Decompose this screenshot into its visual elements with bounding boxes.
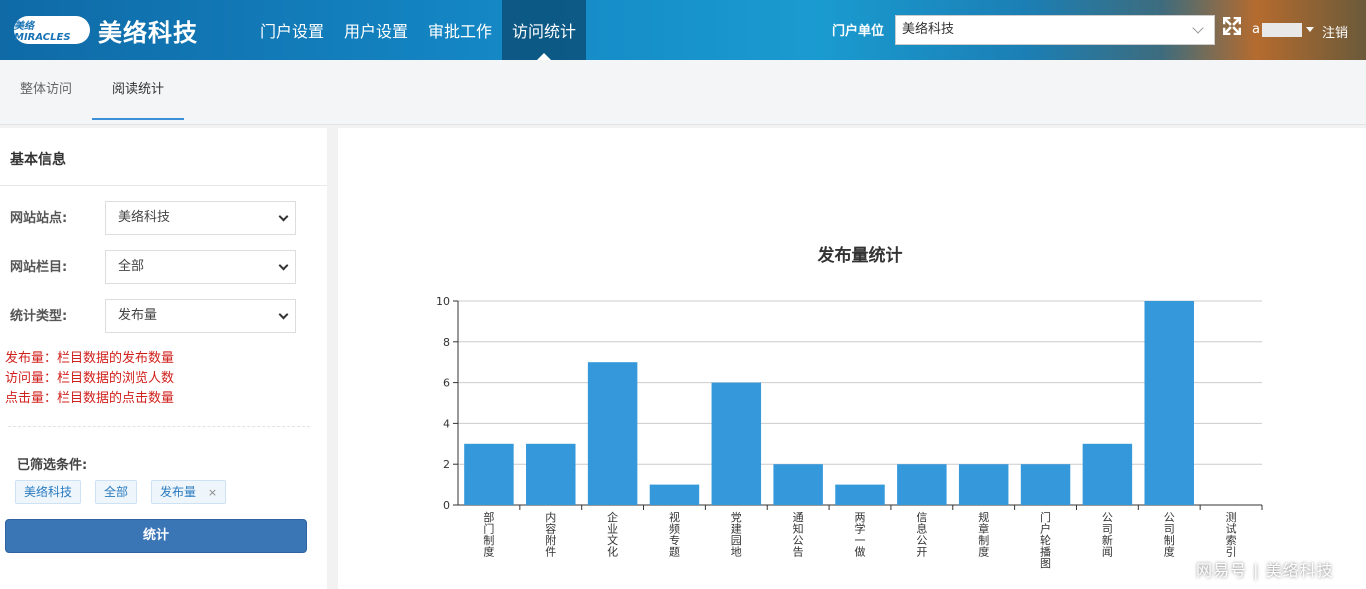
x-tick-label: 部门制度 — [483, 510, 494, 559]
user-name-redacted — [1261, 22, 1302, 37]
top-bar: 美络MIRACLES 美络科技 门户设置 用户设置 审批工作 访问统计 门户单位… — [0, 0, 1366, 60]
logo-text: 美络科技 — [98, 18, 198, 47]
watermark: 网易号 | 美络科技 — [1196, 561, 1334, 580]
x-tick-label: 企业文化 — [607, 510, 618, 559]
note-click: 点击量：栏目数据的点击数量 — [5, 391, 175, 406]
x-tick-label: 内容附件 — [545, 510, 556, 559]
y-tick-label: 0 — [443, 499, 450, 512]
chip-label: 美络科技 — [24, 485, 73, 499]
main-nav: 门户设置 用户设置 审批工作 访问统计 — [250, 0, 587, 60]
caret-down-icon — [1305, 27, 1314, 32]
divider — [8, 426, 310, 427]
filter-panel: 基本信息 网站站点: 美络科技 网站栏目: 全部 统计类型: 发布量 发布量：栏… — [0, 128, 327, 589]
y-tick-label: 2 — [443, 458, 450, 471]
chevron-down-icon — [278, 260, 289, 271]
site-field: 网站站点: 美络科技 — [10, 201, 300, 235]
note-publish: 发布量：栏目数据的发布数量 — [5, 351, 175, 366]
unit-select[interactable]: 美络科技 — [895, 15, 1215, 45]
x-tick-label: 公司制度 — [1164, 511, 1175, 559]
chip-label: 全部 — [104, 485, 129, 499]
stat-type-label: 统计类型: — [10, 309, 68, 324]
tab-overall-access[interactable]: 整体访问 — [0, 60, 92, 120]
chart-panel: 发布量统计 0 2 4 6 8 10 部门制度 内容附件 企业文化 视频专题 党建园地 通知公告 两学一做… — [338, 128, 1366, 589]
x-tick-label: 门户轮播图 — [1040, 510, 1051, 570]
bar — [711, 382, 762, 505]
column-field: 网站栏目: 全部 — [10, 250, 300, 284]
tab-reading-stats[interactable]: 阅读统计 — [92, 60, 184, 120]
x-tick-label: 测试索引 — [1226, 511, 1237, 559]
x-tick-label: 两学一做 — [855, 511, 866, 559]
y-tick-label: 10 — [436, 295, 450, 308]
filter-chip-column[interactable]: 全部 — [95, 480, 138, 504]
user-name: a — [1252, 22, 1260, 37]
bar — [464, 443, 514, 505]
column-select-value: 全部 — [118, 259, 145, 274]
x-tick-label: 党建园地 — [731, 511, 742, 559]
fullscreen-icon[interactable] — [1222, 16, 1242, 36]
chevron-down-icon — [278, 309, 289, 320]
chart-title: 发布量统计 — [817, 245, 903, 266]
logo-mark: 美络MIRACLES — [14, 16, 90, 44]
filter-chip-site[interactable]: 美络科技 — [15, 480, 82, 504]
panel-title: 基本信息 — [0, 128, 327, 186]
unit-label: 门户单位 — [832, 24, 885, 39]
note-visit: 访问量：栏目数据的浏览人数 — [5, 371, 175, 386]
nav-user-settings[interactable]: 用户设置 — [334, 0, 418, 60]
logout-link[interactable]: 注销 — [1322, 22, 1348, 41]
stat-type-field: 统计类型: 发布量 — [10, 299, 300, 333]
type-notes: 发布量：栏目数据的发布数量 访问量：栏目数据的浏览人数 点击量：栏目数据的点击数… — [5, 349, 174, 409]
bar — [526, 443, 576, 505]
bar-chart: 发布量统计 0 2 4 6 8 10 部门制度 内容附件 企业文化 视频专题 党建园地 通知公告 两学一做… — [436, 245, 1263, 570]
stat-type-select[interactable]: 发布量 — [105, 299, 296, 333]
x-tick-label: 公司新闻 — [1102, 511, 1113, 559]
user-menu[interactable]: a — [1252, 22, 1314, 37]
nav-portal-settings[interactable]: 门户设置 — [250, 0, 334, 60]
stat-button[interactable]: 统计 — [5, 519, 307, 553]
logo[interactable]: 美络MIRACLES 美络科技 — [14, 14, 198, 47]
nav-approval-work[interactable]: 审批工作 — [418, 0, 502, 60]
bar — [897, 464, 947, 505]
x-tick-label: 视频专题 — [669, 510, 680, 559]
bar — [958, 464, 1009, 505]
site-select-value: 美络科技 — [118, 210, 171, 225]
x-tick-label: 通知公告 — [793, 511, 804, 559]
fullscreen-icon-graphic — [1222, 16, 1242, 36]
column-select[interactable]: 全部 — [105, 250, 296, 284]
bar — [1020, 464, 1071, 505]
nav-access-stats[interactable]: 访问统计 — [502, 0, 587, 60]
y-tick-label: 6 — [443, 377, 450, 390]
unit-select-value: 美络科技 — [902, 22, 955, 37]
stat-type-select-value: 发布量 — [118, 308, 158, 323]
chevron-down-icon — [278, 211, 289, 222]
filter-chip-type[interactable]: 发布量 × — [151, 480, 227, 504]
close-icon[interactable]: × — [208, 486, 217, 499]
filter-title: 已筛选条件: — [17, 458, 88, 473]
bar — [587, 362, 638, 505]
bar — [1082, 443, 1133, 505]
bar — [835, 484, 885, 505]
x-tick-label: 信息公开 — [916, 511, 927, 559]
chevron-down-icon — [1192, 22, 1204, 34]
bar — [1144, 301, 1194, 505]
chip-label: 发布量 — [160, 485, 197, 499]
bar — [773, 464, 823, 505]
sub-tabs: 整体访问 阅读统计 — [0, 60, 1366, 125]
site-select[interactable]: 美络科技 — [105, 201, 296, 235]
y-tick-label: 8 — [443, 336, 450, 349]
y-tick-label: 4 — [443, 417, 450, 430]
site-label: 网站站点: — [10, 211, 68, 226]
bar — [649, 484, 700, 505]
x-tick-label: 规章制度 — [978, 510, 989, 559]
column-label: 网站栏目: — [10, 260, 68, 275]
